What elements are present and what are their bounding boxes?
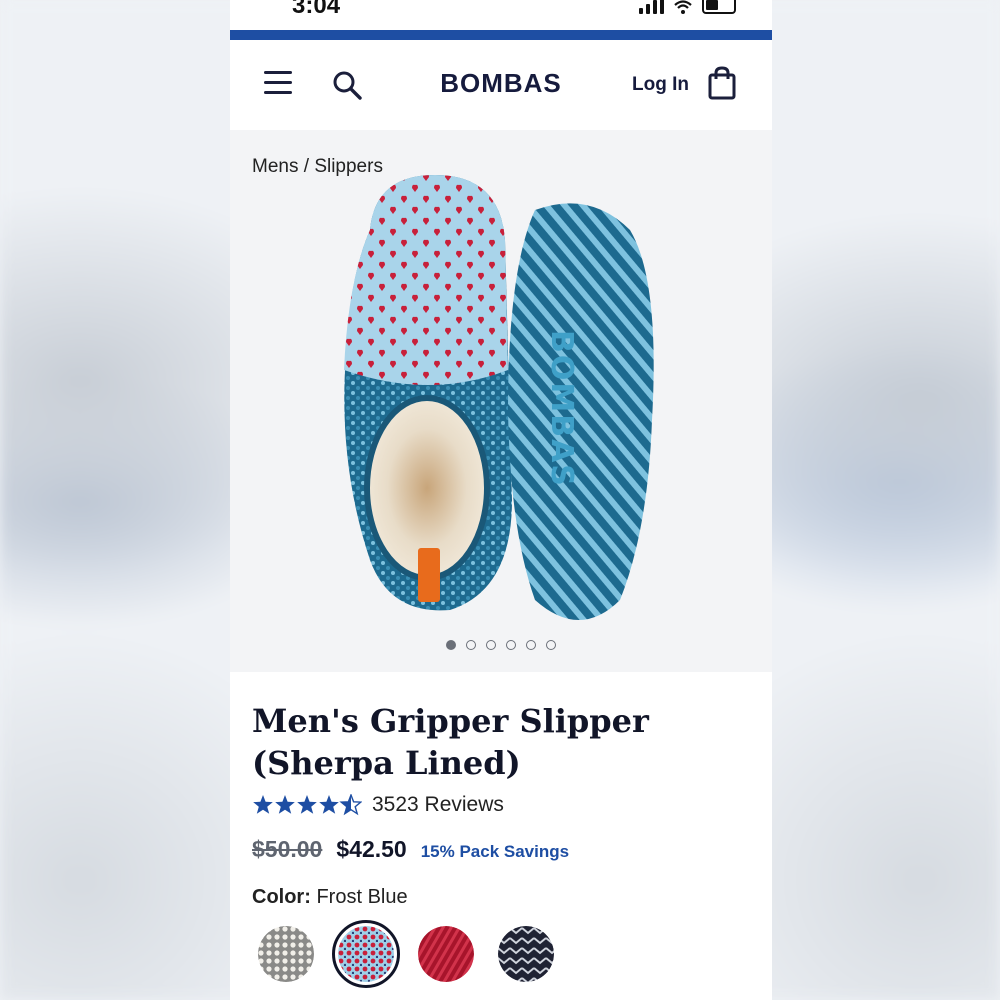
site-header: BOMBAS Log In <box>230 40 772 130</box>
price-row: $50.00 $42.50 15% Pack Savings <box>252 836 569 863</box>
menu-icon[interactable] <box>264 71 292 95</box>
carousel-dot[interactable] <box>486 640 496 650</box>
product-gallery[interactable]: Mens / Slippers BOMBAS <box>230 130 772 672</box>
original-price: $50.00 <box>252 836 323 862</box>
carousel-dot[interactable] <box>466 640 476 650</box>
shopping-bag-icon[interactable] <box>708 66 736 100</box>
carousel-dot[interactable] <box>446 640 456 650</box>
swatch-red[interactable] <box>412 920 480 988</box>
product-title: Men's Gripper Slipper (Sherpa Lined) <box>252 702 649 782</box>
status-bar: 3:04 <box>230 0 772 30</box>
reviews-link[interactable]: 3523 Reviews <box>372 793 504 817</box>
color-selection-label: Color: Frost Blue <box>252 886 408 909</box>
breadcrumb-mens[interactable]: Mens <box>252 156 298 177</box>
status-time: 3:04 <box>292 0 341 19</box>
sale-price: $42.50 <box>336 836 407 862</box>
carousel-dot[interactable] <box>526 640 536 650</box>
swatch-navy-chevron[interactable] <box>492 920 560 988</box>
brand-logo[interactable]: BOMBAS <box>230 68 772 99</box>
carousel-dot[interactable] <box>506 640 516 650</box>
product-rating[interactable]: 3523 Reviews <box>252 793 504 817</box>
carousel-dots <box>230 640 772 650</box>
product-image: BOMBAS <box>344 175 654 621</box>
color-value: Frost Blue <box>316 886 408 908</box>
wifi-icon <box>674 0 692 14</box>
swatch-frost-blue[interactable] <box>332 920 400 988</box>
signal-icon <box>639 0 664 14</box>
status-icons <box>639 0 736 14</box>
stars-icon <box>253 794 362 815</box>
pack-savings-badge: 15% Pack Savings <box>420 842 570 861</box>
color-label: Color: <box>252 886 311 908</box>
breadcrumb-separator: / <box>298 156 315 177</box>
battery-icon <box>702 0 736 14</box>
search-icon[interactable] <box>332 70 362 100</box>
star-rating <box>252 794 362 816</box>
login-link[interactable]: Log In <box>632 74 689 96</box>
sole-logo-text: BOMBAS <box>544 330 579 488</box>
color-swatches <box>252 920 560 988</box>
promo-bar <box>230 30 772 40</box>
phone-screen: 3:04 BOMBAS Log In Mens / Slippers BOMBA… <box>230 0 772 1000</box>
swatch-gray-white[interactable] <box>252 920 320 988</box>
carousel-dot[interactable] <box>546 640 556 650</box>
